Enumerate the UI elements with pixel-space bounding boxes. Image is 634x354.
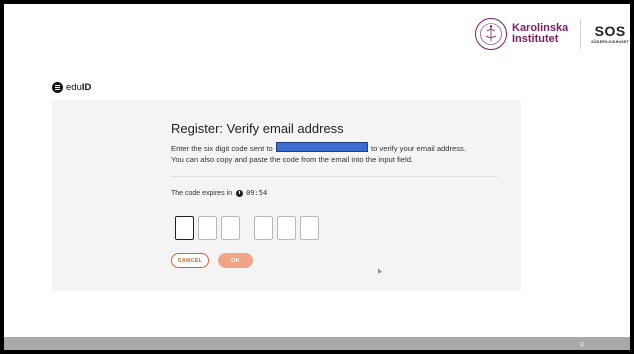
instruction-before: Enter the six digit code sent to xyxy=(171,144,273,153)
instructions: Enter the six digit code sent to to veri… xyxy=(171,142,511,165)
logo-divider xyxy=(580,19,582,49)
sos-subtitle: SÖDERSJUKHUSET xyxy=(591,40,630,44)
page-title: Register: Verify email address xyxy=(171,121,344,136)
code-digit-5[interactable] xyxy=(277,216,296,240)
section-divider xyxy=(171,176,498,177)
expiry-label: The code expires in xyxy=(171,189,233,197)
code-digit-6[interactable] xyxy=(300,216,319,240)
eduid-name-bold: ID xyxy=(81,82,92,93)
code-digit-2[interactable] xyxy=(198,216,217,240)
verify-panel: Register: Verify email address Enter the… xyxy=(52,100,521,291)
karolinska-seal-icon xyxy=(475,18,507,50)
slide: Karolinska Institutet SOS SÖDERSJUKHUSET… xyxy=(4,4,630,350)
eduid-badge-icon xyxy=(52,82,63,93)
karolinska-line2: Institutet xyxy=(512,33,559,45)
slide-footer-bar: 8 xyxy=(4,337,630,350)
eduid-logo[interactable]: edu ID xyxy=(52,82,91,93)
code-digit-4[interactable] xyxy=(254,216,273,240)
sos-mark: SOS xyxy=(594,23,626,39)
sos-logo: SOS SÖDERSJUKHUSET xyxy=(591,24,629,44)
expiry-timer: 09:54 xyxy=(246,189,268,197)
karolinska-logo-text: Karolinska Institutet xyxy=(512,23,568,45)
code-expiry: The code expires in 09:54 xyxy=(171,189,267,197)
ok-button[interactable]: OK xyxy=(218,253,253,268)
page-number: 8 xyxy=(580,342,584,349)
eduid-name-light: edu xyxy=(66,82,82,93)
header-logos: Karolinska Institutet SOS SÖDERSJUKHUSET xyxy=(474,16,629,52)
instruction-after: to verify your email address. xyxy=(370,144,466,153)
cancel-button[interactable]: CANCEL xyxy=(171,253,209,268)
instruction-line2: You can also copy and paste the code fro… xyxy=(171,155,414,164)
code-digit-1[interactable] xyxy=(175,216,194,240)
clock-icon xyxy=(236,189,244,197)
code-digit-3[interactable] xyxy=(221,216,240,240)
redacted-email xyxy=(275,142,368,152)
